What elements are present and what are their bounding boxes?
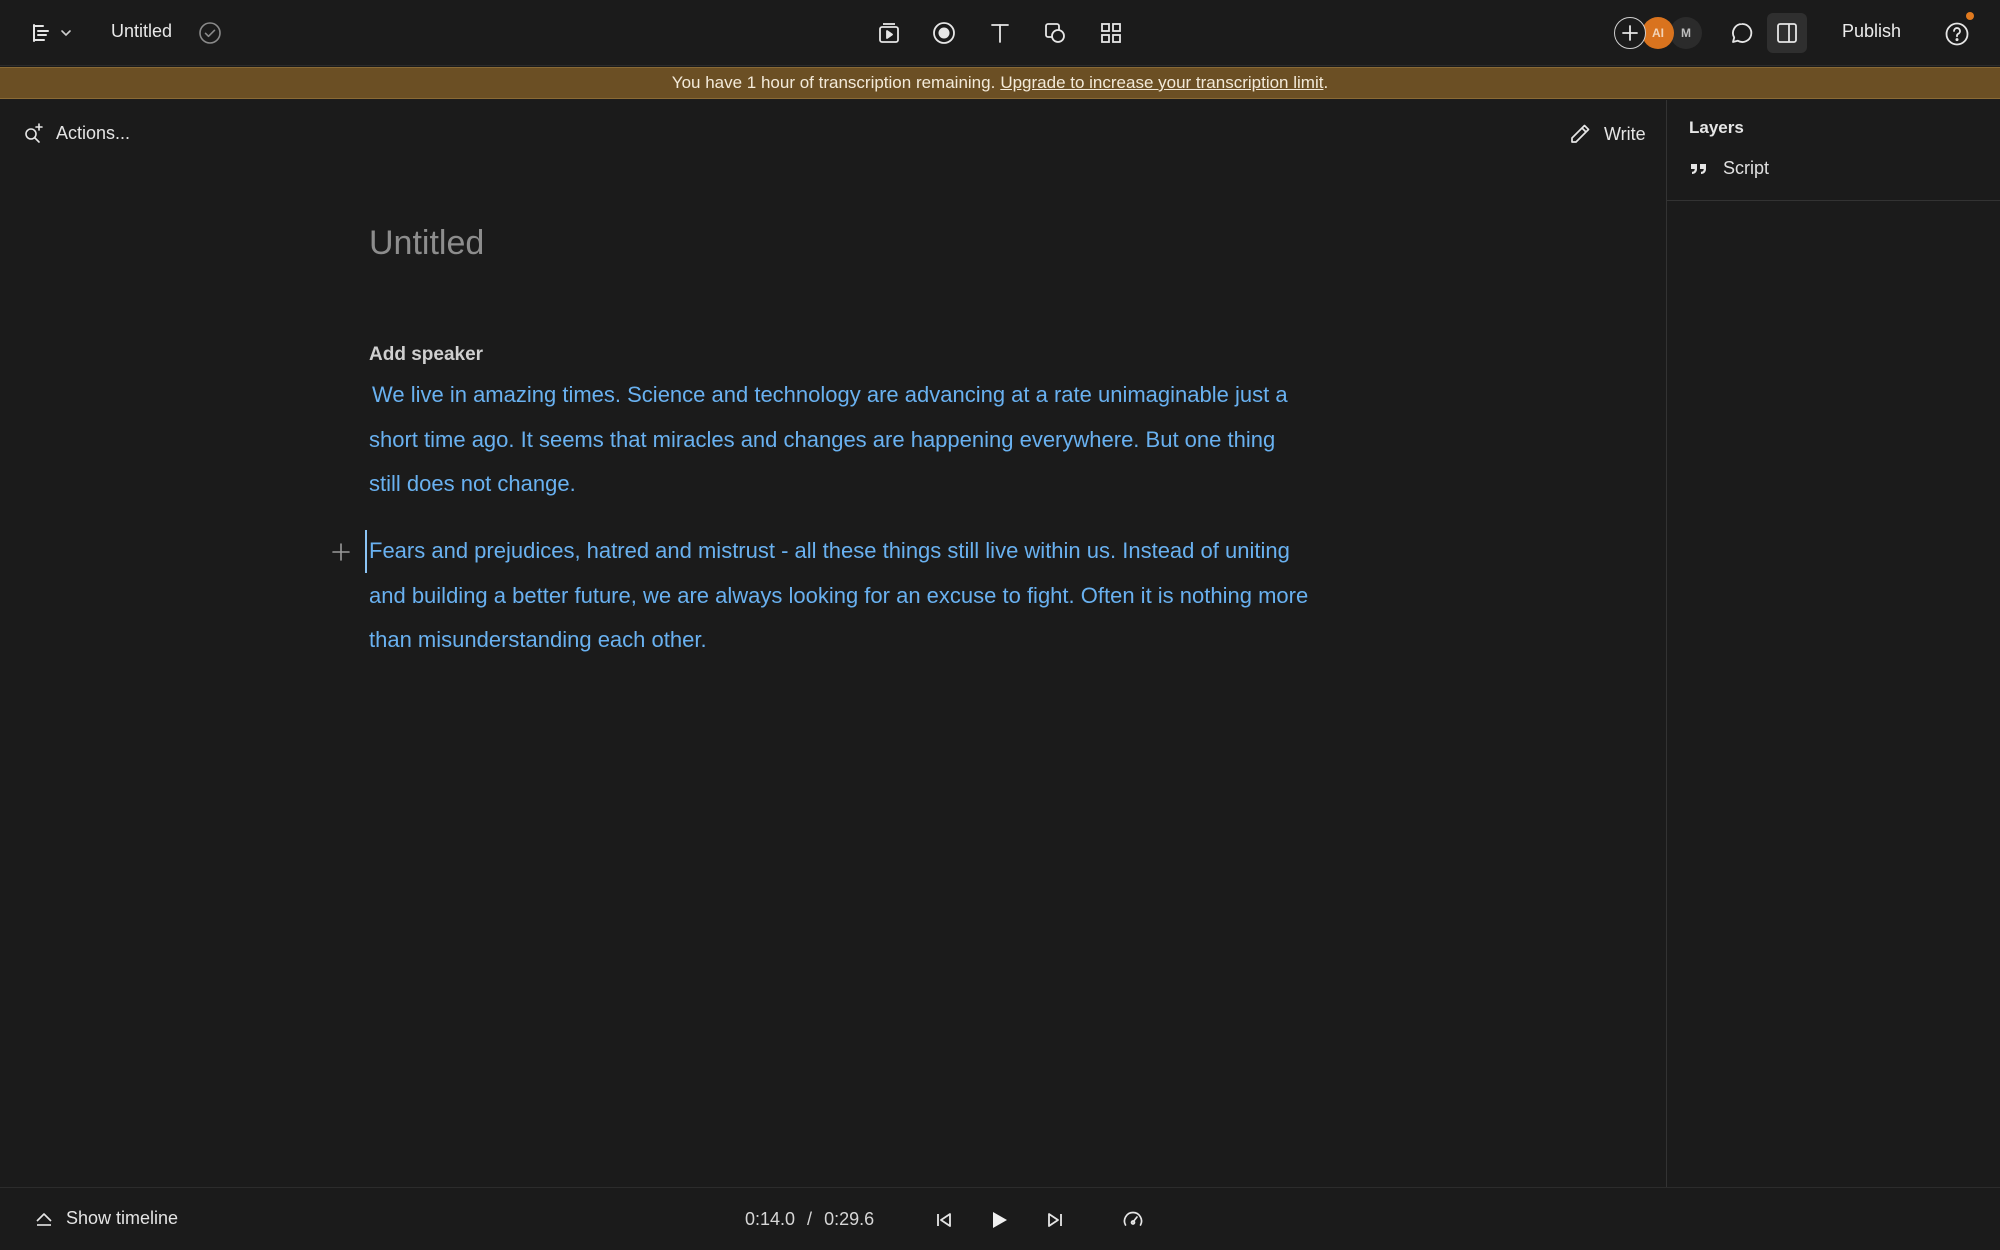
current-time: 0:14.0: [745, 1209, 796, 1229]
record-icon: [931, 20, 957, 46]
show-timeline-label: Show timeline: [66, 1208, 179, 1228]
scene-tool-button[interactable]: [872, 17, 906, 49]
layer-label: Script: [1723, 158, 1770, 178]
add-speaker-button[interactable]: Add speaker: [369, 344, 483, 366]
show-timeline-button[interactable]: Show timeline: [34, 1208, 178, 1229]
publish-button[interactable]: Publish: [1842, 21, 1901, 42]
playback-speed-button[interactable]: [1118, 1205, 1148, 1235]
script-editor: Actions... Write Untitled Add speaker We…: [0, 100, 1666, 1187]
total-time: 0:29.6: [824, 1209, 875, 1229]
banner-trailing: .: [1323, 73, 1329, 92]
avatar-user[interactable]: M: [1670, 17, 1702, 49]
shapes-tool-button[interactable]: [1038, 17, 1072, 49]
time-separator: /: [807, 1209, 813, 1229]
divider: [1667, 200, 2000, 201]
text-cursor: [365, 530, 367, 573]
write-mode-button[interactable]: Write: [1568, 122, 1646, 146]
timeline-icon: [34, 1209, 54, 1229]
actions-label: Actions...: [56, 122, 131, 143]
help-button[interactable]: [1941, 18, 1973, 50]
notification-dot: [1966, 12, 1974, 20]
playback-bar: Show timeline 0:14.0 / 0:29.6: [0, 1187, 2000, 1250]
plus-icon: [330, 541, 352, 563]
main-menu-button[interactable]: [30, 18, 72, 48]
sidebar-panel-icon: [1775, 21, 1799, 45]
skip-forward-button[interactable]: [1040, 1205, 1070, 1235]
chevron-down-icon: [60, 27, 72, 39]
skip-back-icon: [934, 1210, 954, 1230]
shapes-icon: [1042, 20, 1068, 46]
transcription-limit-banner: You have 1 hour of transcription remaini…: [0, 67, 2000, 99]
text-tool-button[interactable]: [983, 17, 1017, 49]
pencil-icon: [1568, 122, 1592, 146]
toggle-right-panel-button[interactable]: [1767, 13, 1807, 53]
scene-play-icon: [876, 20, 902, 46]
plus-icon: [1621, 24, 1639, 42]
document-title[interactable]: Untitled: [111, 21, 172, 42]
record-button[interactable]: [927, 17, 961, 49]
elements-grid-button[interactable]: [1094, 17, 1128, 49]
actions-button[interactable]: Actions...: [22, 122, 130, 144]
write-label: Write: [1604, 123, 1646, 144]
play-button[interactable]: [984, 1205, 1014, 1235]
layers-title: Layers: [1689, 118, 1744, 137]
document-menu-icon: [30, 22, 52, 44]
layer-item-script[interactable]: Script: [1689, 158, 1769, 179]
saved-check-icon: [198, 21, 222, 45]
grid-icon: [1098, 20, 1124, 46]
text-icon: [987, 20, 1013, 46]
add-collaborator-button[interactable]: [1614, 17, 1646, 49]
avatar-ai[interactable]: AI: [1642, 17, 1674, 49]
playback-time: 0:14.0 / 0:29.6: [745, 1209, 874, 1230]
script-paragraph[interactable]: We live in amazing times. Science and te…: [369, 373, 1309, 507]
upgrade-link[interactable]: Upgrade to increase your transcription l…: [1000, 73, 1323, 93]
comments-button[interactable]: [1725, 16, 1759, 50]
play-icon: [988, 1209, 1010, 1231]
skip-back-button[interactable]: [929, 1205, 959, 1235]
skip-forward-icon: [1045, 1210, 1065, 1230]
top-bar: Untitled AI M Publish: [0, 0, 2000, 66]
ai-actions-icon: [22, 122, 44, 144]
script-title[interactable]: Untitled: [369, 224, 484, 263]
help-icon: [1944, 21, 1970, 47]
add-block-button[interactable]: [330, 541, 352, 563]
banner-message: You have 1 hour of transcription remaini…: [671, 73, 996, 92]
script-paragraph[interactable]: Fears and prejudices, hatred and mistrus…: [369, 529, 1309, 663]
comment-icon: [1729, 20, 1755, 46]
speedometer-icon: [1121, 1208, 1145, 1232]
layers-panel: Layers Script: [1666, 100, 2000, 1187]
quote-icon: [1689, 159, 1709, 179]
